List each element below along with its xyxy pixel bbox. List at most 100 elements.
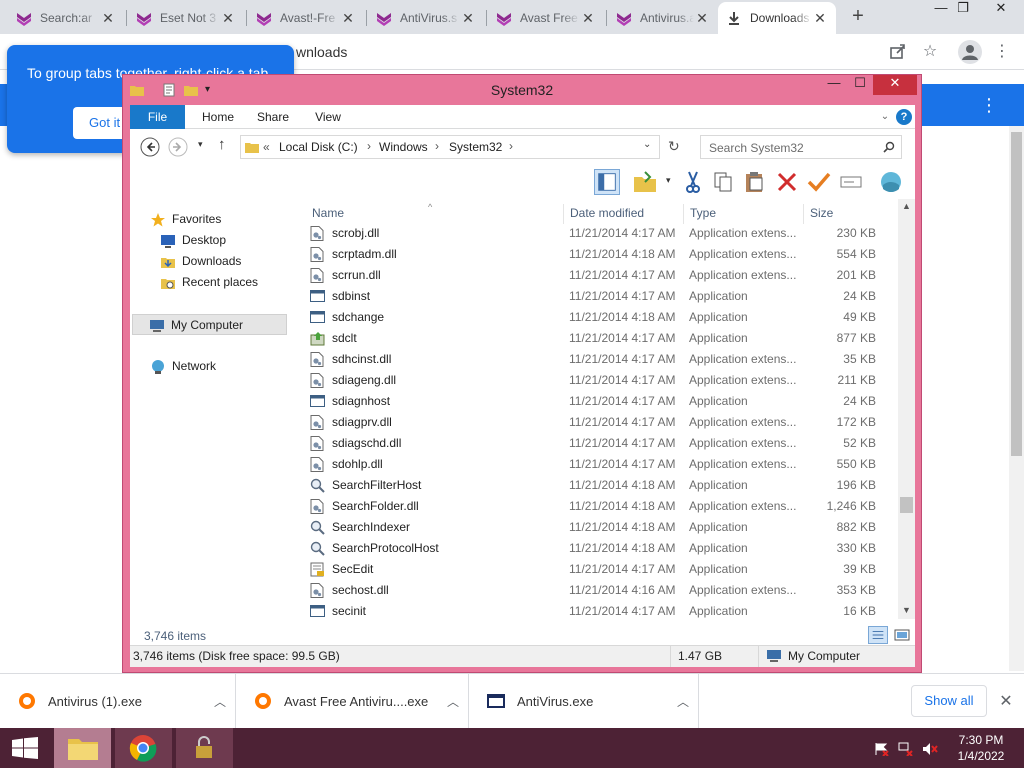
file-row[interactable]: SearchFilterHost 11/21/2014 4:18 AM Applic… bbox=[306, 475, 896, 496]
refresh-icon[interactable]: ↻ bbox=[668, 138, 680, 155]
chevron-up-icon[interactable]: ︿ bbox=[438, 693, 468, 710]
file-row[interactable]: sdchange 11/21/2014 4:18 AM Application 49 … bbox=[306, 307, 896, 328]
bookmark-star-icon[interactable]: ☆ bbox=[920, 42, 940, 62]
download-item[interactable]: AntiVirus.exe ︿ bbox=[469, 674, 699, 728]
copy-icon[interactable] bbox=[710, 169, 736, 195]
nav-my-computer[interactable]: My Computer bbox=[132, 314, 287, 335]
new-tab-button[interactable]: + bbox=[846, 4, 870, 28]
network-status-icon[interactable] bbox=[898, 742, 914, 756]
flag-notification-icon[interactable] bbox=[874, 742, 890, 756]
minimize-button[interactable]: — bbox=[821, 75, 847, 95]
file-row[interactable]: sdbinst 11/21/2014 4:17 AM Application 24 K… bbox=[306, 286, 896, 307]
paste-icon[interactable] bbox=[742, 169, 768, 195]
omnibox-text[interactable]: wnloads bbox=[296, 44, 347, 60]
file-row[interactable]: SearchIndexer 11/21/2014 4:18 AM Applicati… bbox=[306, 517, 896, 538]
breadcrumb-item[interactable]: System32 bbox=[449, 140, 502, 154]
browser-tab[interactable]: Avast!-Fre ✕ bbox=[248, 2, 364, 34]
tab-share[interactable]: Share bbox=[248, 105, 298, 129]
file-row[interactable]: SecEdit 11/21/2014 4:17 AM Application 39 K… bbox=[306, 559, 896, 580]
file-row[interactable]: scrobj.dll 11/21/2014 4:17 AM Application … bbox=[306, 223, 896, 244]
scroll-up-icon[interactable]: ▲ bbox=[902, 201, 911, 211]
tab-close-icon[interactable]: ✕ bbox=[220, 10, 236, 27]
file-row[interactable]: sdiagschd.dll 11/21/2014 4:17 AM Applicati… bbox=[306, 433, 896, 454]
tab-close-icon[interactable]: ✕ bbox=[340, 10, 356, 27]
breadcrumb-item[interactable]: Local Disk (C:) bbox=[279, 140, 358, 154]
delete-icon[interactable] bbox=[774, 169, 800, 195]
checkmark-icon[interactable] bbox=[806, 169, 832, 195]
nav-favorites[interactable]: Favorites bbox=[150, 209, 221, 230]
chevron-right-icon[interactable]: › bbox=[435, 139, 439, 153]
file-row[interactable]: scrrun.dll 11/21/2014 4:17 AM Application … bbox=[306, 265, 896, 286]
volume-muted-icon[interactable] bbox=[922, 742, 938, 756]
show-all-button[interactable]: Show all bbox=[911, 685, 987, 717]
globe-icon[interactable] bbox=[878, 169, 904, 195]
column-header-size[interactable]: Size bbox=[803, 204, 883, 224]
column-header-date[interactable]: Date modified bbox=[563, 204, 683, 224]
breadcrumb-item[interactable]: Windows bbox=[379, 140, 428, 154]
address-bar[interactable]: « Local Disk (C:) › Windows › System32 ›… bbox=[240, 135, 660, 159]
nav-recent-places[interactable]: Recent places bbox=[160, 272, 258, 293]
browser-tab[interactable]: Search:ar ✕ bbox=[8, 2, 124, 34]
chevron-up-icon[interactable]: ︿ bbox=[668, 693, 698, 710]
tab-close-icon[interactable]: ✕ bbox=[694, 10, 710, 27]
file-row[interactable]: sechost.dll 11/21/2014 4:16 AM Application… bbox=[306, 580, 896, 601]
file-row[interactable]: sdohlp.dll 11/21/2014 4:17 AM Application … bbox=[306, 454, 896, 475]
file-row[interactable]: secinit 11/21/2014 4:17 AM Application 16 K… bbox=[306, 601, 896, 622]
close-button[interactable]: ✕ bbox=[873, 75, 917, 95]
downloads-menu-icon[interactable]: ⋮ bbox=[980, 95, 998, 116]
large-icons-view-icon[interactable] bbox=[892, 626, 912, 644]
download-item[interactable]: Antivirus (1).exe ︿ bbox=[0, 674, 236, 728]
tab-file[interactable]: File bbox=[130, 105, 185, 129]
browser-tab-active[interactable]: Downloads ✕ bbox=[718, 2, 836, 34]
file-row[interactable]: sdiagprv.dll 11/21/2014 4:17 AM Applicatio… bbox=[306, 412, 896, 433]
details-view-icon[interactable] bbox=[868, 626, 888, 644]
ribbon-expand-icon[interactable]: ⌄ bbox=[878, 105, 892, 129]
help-icon[interactable]: ? bbox=[896, 109, 912, 125]
download-item[interactable]: Avast Free Antiviru....exe ︿ bbox=[236, 674, 469, 728]
scroll-down-icon[interactable]: ▼ bbox=[902, 605, 911, 615]
menu-dots-icon[interactable]: ⋮ bbox=[992, 42, 1012, 62]
close-shelf-icon[interactable]: ✕ bbox=[996, 691, 1016, 711]
start-button[interactable] bbox=[0, 728, 52, 768]
maximize-button[interactable]: ☐ bbox=[847, 75, 873, 95]
file-row[interactable]: scrptadm.dll 11/21/2014 4:18 AM Applicatio… bbox=[306, 244, 896, 265]
browser-tab[interactable]: Antivirus.a ✕ bbox=[608, 2, 718, 34]
chevron-right-icon[interactable]: › bbox=[509, 139, 513, 153]
chevron-down-icon[interactable]: ▾ bbox=[666, 175, 671, 186]
browser-tab[interactable]: Eset Not 3 ✕ bbox=[128, 2, 244, 34]
share-icon[interactable] bbox=[888, 42, 908, 62]
nav-desktop[interactable]: Desktop bbox=[160, 230, 226, 251]
chevron-down-icon[interactable]: ⌄ bbox=[643, 139, 651, 150]
file-list-scrollbar[interactable]: ▲ ▼ bbox=[898, 199, 915, 619]
forward-button[interactable] bbox=[168, 137, 188, 157]
taskbar-file-explorer[interactable] bbox=[54, 728, 111, 768]
tab-close-icon[interactable]: ✕ bbox=[812, 10, 828, 27]
file-row[interactable]: SearchFolder.dll 11/21/2014 4:18 AM Applic… bbox=[306, 496, 896, 517]
file-row[interactable]: SearchProtocolHost 11/21/2014 4:18 AM Appl… bbox=[306, 538, 896, 559]
cut-icon[interactable] bbox=[680, 169, 706, 195]
chevron-up-icon[interactable]: ︿ bbox=[205, 693, 235, 710]
back-button[interactable] bbox=[140, 137, 160, 157]
up-arrow-icon[interactable]: ↑ bbox=[218, 136, 226, 153]
tab-home[interactable]: Home bbox=[192, 105, 244, 129]
tab-view[interactable]: View bbox=[304, 105, 352, 129]
search-input[interactable]: Search System32 bbox=[700, 135, 902, 159]
preview-pane-icon[interactable] bbox=[594, 169, 620, 195]
profile-avatar-icon[interactable] bbox=[958, 40, 982, 64]
scrollbar-thumb[interactable] bbox=[900, 497, 913, 513]
column-header-type[interactable]: Type bbox=[683, 204, 803, 224]
file-row[interactable]: sdhcinst.dll 11/21/2014 4:17 AM Applicatio… bbox=[306, 349, 896, 370]
nav-downloads[interactable]: Downloads bbox=[160, 251, 241, 272]
recent-locations-icon[interactable]: ▾ bbox=[198, 139, 203, 150]
column-header-name[interactable]: Name ^ bbox=[306, 202, 569, 224]
tab-close-icon[interactable]: ✕ bbox=[100, 10, 116, 27]
browser-tab[interactable]: Avast Free ✕ bbox=[488, 2, 604, 34]
rename-icon[interactable] bbox=[838, 169, 864, 195]
page-scrollbar[interactable] bbox=[1009, 126, 1024, 671]
file-row[interactable]: sdiagnhost 11/21/2014 4:17 AM Application 2… bbox=[306, 391, 896, 412]
chevron-right-icon[interactable]: › bbox=[367, 139, 371, 153]
move-to-folder-icon[interactable] bbox=[632, 169, 658, 195]
search-icon[interactable] bbox=[883, 141, 895, 153]
nav-network[interactable]: Network bbox=[150, 356, 216, 377]
file-row[interactable]: sdclt 11/21/2014 4:17 AM Application 877 KB bbox=[306, 328, 896, 349]
